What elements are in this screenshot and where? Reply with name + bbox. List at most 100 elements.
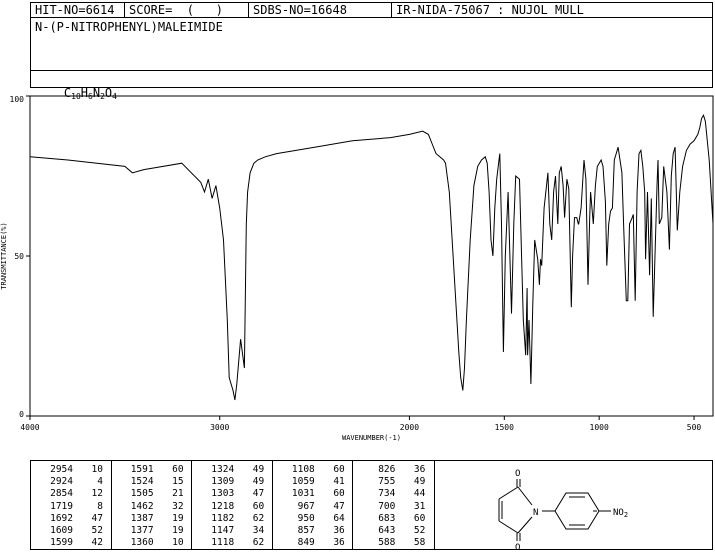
peak-row: 1108 60 xyxy=(273,464,353,476)
peak-row: 2954 10 xyxy=(31,464,111,476)
molecule-structure: O O N NO2 xyxy=(498,469,628,553)
peak-row: 1719 8 xyxy=(31,501,111,513)
peak-wavenumber: 1692 xyxy=(50,512,73,524)
peak-column: 1108 60 1059 41 1031 60 967 47 950 64 857 36 849 36 xyxy=(273,461,354,549)
peak-row: 1692 47 xyxy=(31,513,111,525)
nitro-group-label: NO2 xyxy=(613,508,628,519)
peak-wavenumber: 588 xyxy=(378,537,396,549)
peak-table: 2954 10 2924 4 2854 12 1719 8 1692 47 1609 52 1599 42… xyxy=(30,460,435,550)
peak-wavenumber: 1462 xyxy=(130,500,154,512)
peak-row: 1031 60 xyxy=(273,488,353,500)
peak-transmittance: 64 xyxy=(333,512,345,524)
peak-transmittance: 42 xyxy=(91,537,103,549)
peak-row: 950 64 xyxy=(273,513,353,525)
peak-row: 1360 10 xyxy=(112,537,192,549)
spectrum-line-0 xyxy=(29,113,714,401)
peak-transmittance: 10 xyxy=(172,537,184,549)
peak-transmittance: 36 xyxy=(333,537,345,549)
peak-row: 2924 4 xyxy=(31,476,111,488)
peak-wavenumber: 643 xyxy=(378,525,396,537)
x-tick-label-4000: 4000 xyxy=(20,423,39,432)
peak-wavenumber: 1387 xyxy=(130,512,154,524)
peak-wavenumber: 1591 xyxy=(130,464,154,475)
y-tick-label-100: 100 xyxy=(10,95,25,104)
peak-wavenumber: 1609 xyxy=(50,525,73,537)
peak-row: 1377 19 xyxy=(112,525,192,537)
y-axis-label: TRANSMITTANCE(%) xyxy=(0,222,8,289)
peak-wavenumber: 1324 xyxy=(211,464,235,475)
peak-row: 1118 62 xyxy=(192,537,272,549)
peak-transmittance: 47 xyxy=(333,500,345,512)
peak-row: 1218 60 xyxy=(192,501,272,513)
peak-transmittance: 60 xyxy=(252,500,265,512)
peak-transmittance: 8 xyxy=(97,500,103,512)
peak-transmittance: 49 xyxy=(413,476,426,488)
peak-transmittance: 44 xyxy=(413,488,426,500)
peak-wavenumber: 1118 xyxy=(211,537,235,549)
peak-wavenumber: 1599 xyxy=(50,537,73,549)
peak-row: 1059 41 xyxy=(273,476,353,488)
peak-transmittance: 12 xyxy=(91,488,103,500)
peak-transmittance: 60 xyxy=(333,488,345,500)
peak-transmittance: 36 xyxy=(333,525,345,537)
peak-transmittance: 60 xyxy=(413,512,426,524)
peak-transmittance: 52 xyxy=(91,525,103,537)
peak-transmittance: 62 xyxy=(252,537,265,549)
ir-spectrum-chart: 4000 3000 2000 1500 1000 500 0 50 100 WAVENUMBER(… xyxy=(0,95,714,442)
peak-wavenumber: 755 xyxy=(378,476,396,488)
y-tick-label-50: 50 xyxy=(14,252,24,261)
peak-row: 1462 32 xyxy=(112,501,192,513)
peak-row: 2854 12 xyxy=(31,488,111,500)
oxygen-bottom-label: O xyxy=(515,543,520,549)
peak-row: 588 58 xyxy=(353,537,434,549)
peak-row: 1599 42 xyxy=(31,537,111,549)
peak-wavenumber: 1059 xyxy=(291,476,315,488)
peak-wavenumber: 1309 xyxy=(211,476,235,488)
peak-wavenumber: 950 xyxy=(297,512,315,524)
x-tick-label-3000: 3000 xyxy=(210,423,229,432)
peak-transmittance: 32 xyxy=(172,500,184,512)
peak-row: 1609 52 xyxy=(31,525,111,537)
peak-wavenumber: 1303 xyxy=(211,488,235,500)
peak-wavenumber: 2924 xyxy=(50,476,73,488)
peak-row: 967 47 xyxy=(273,501,353,513)
peak-wavenumber: 967 xyxy=(297,500,315,512)
x-tick-label-1000: 1000 xyxy=(590,423,609,432)
peak-row: 1524 15 xyxy=(112,476,192,488)
peak-wavenumber: 1377 xyxy=(130,525,154,537)
peak-row: 683 60 xyxy=(353,513,434,525)
peak-transmittance: 62 xyxy=(252,512,265,524)
peak-wavenumber: 1218 xyxy=(211,500,235,512)
peak-row: 700 31 xyxy=(353,501,434,513)
peak-wavenumber: 1031 xyxy=(291,488,315,500)
peak-wavenumber: 1360 xyxy=(130,537,154,549)
peak-transmittance: 19 xyxy=(172,512,184,524)
peak-wavenumber: 826 xyxy=(378,464,396,475)
peak-wavenumber: 2954 xyxy=(50,464,73,475)
peak-transmittance: 60 xyxy=(333,464,345,475)
peak-row: 1387 19 xyxy=(112,513,192,525)
peak-wavenumber: 1108 xyxy=(291,464,315,475)
peak-wavenumber: 1719 xyxy=(50,500,73,512)
structure-box: O O N NO2 xyxy=(434,460,713,553)
peak-wavenumber: 683 xyxy=(378,512,396,524)
peak-wavenumber: 2854 xyxy=(50,488,73,500)
peak-transmittance: 4 xyxy=(97,476,103,488)
peak-row: 1303 47 xyxy=(192,488,272,500)
plot-frame xyxy=(29,95,714,417)
nitrogen-label: N xyxy=(533,508,538,518)
x-tick-label-2000: 2000 xyxy=(400,423,419,432)
peak-column: 2954 10 2924 4 2854 12 1719 8 1692 47 1609 52 1599 42 xyxy=(31,461,112,549)
peak-transmittance: 41 xyxy=(333,476,345,488)
peak-transmittance: 10 xyxy=(91,464,103,475)
peak-transmittance: 60 xyxy=(172,464,184,475)
peak-transmittance: 49 xyxy=(252,476,265,488)
peak-transmittance: 47 xyxy=(252,488,265,500)
x-tick-label-1500: 1500 xyxy=(495,423,514,432)
peak-row: 755 49 xyxy=(353,476,434,488)
peak-transmittance: 19 xyxy=(172,525,184,537)
peak-transmittance: 15 xyxy=(172,476,184,488)
peak-row: 1591 60 xyxy=(112,464,192,476)
peak-column: 1591 60 1524 15 1505 21 1462 32 1387 19 1377 19 1360… xyxy=(112,461,193,549)
peak-row: 1309 49 xyxy=(192,476,272,488)
